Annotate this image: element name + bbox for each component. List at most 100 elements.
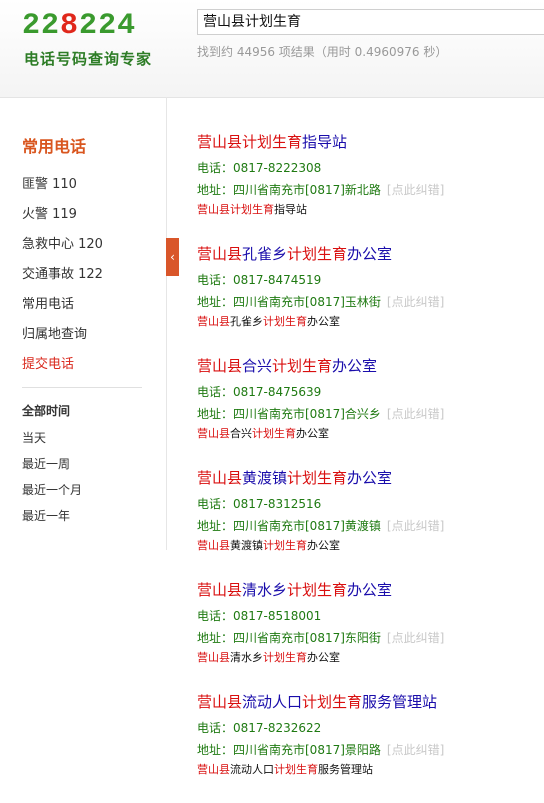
result-title-link[interactable]: 营山县清水乡计划生育办公室 <box>197 579 537 601</box>
sidebar-item[interactable]: 急救中心 120 <box>22 230 103 260</box>
text-segment: 办公室 <box>347 245 393 263</box>
text-segment: 计划生育 <box>272 357 333 375</box>
time-filter-item[interactable]: 最近一年 <box>22 503 82 529</box>
result-item: 营山县合兴计划生育办公室 电话：0817-8475639 地址：四川省南充市[081… <box>197 355 537 467</box>
result-phone: 电话：0817-8222308 <box>197 161 322 175</box>
result-address-line: 地址：四川省南充市[0817]东阳街 [点此纠错] <box>197 627 537 649</box>
report-error-link[interactable]: [点此纠错] <box>387 519 444 533</box>
sidebar-item[interactable]: 常用电话 <box>22 290 103 320</box>
result-snippet: 营山县流动人口计划生育服务管理站 <box>197 761 537 779</box>
text-segment: 合兴 <box>242 357 273 375</box>
text-segment: 办公室 <box>296 427 329 440</box>
sidebar-item[interactable]: 归属地查询 <box>22 320 103 350</box>
text-segment: 流动人口 <box>230 763 274 776</box>
result-phone: 电话：0817-8232622 <box>197 721 322 735</box>
report-error-link[interactable]: [点此纠错] <box>387 295 444 309</box>
text-segment: 营山县 <box>197 357 243 375</box>
site-logo[interactable]: 228224 <box>22 9 136 43</box>
search-input[interactable]: 营山县计划生育 <box>197 9 544 35</box>
text-segment: 清水乡 <box>242 581 288 599</box>
text-segment: 办公室 <box>307 315 340 328</box>
sidebar-item[interactable]: 匪警 110 <box>22 170 103 200</box>
logo-digit: 2 <box>22 9 42 43</box>
results-list: 营山县计划生育指导站 电话：0817-8222308 地址：四川省南充市[0817]… <box>197 131 537 803</box>
result-title-link[interactable]: 营山县孔雀乡计划生育办公室 <box>197 243 537 265</box>
time-filter-item[interactable]: 最近一周 <box>22 451 82 477</box>
result-snippet: 营山县计划生育指导站 <box>197 201 537 219</box>
text-segment: 计划生育 <box>287 245 348 263</box>
text-segment: 营山县 <box>197 693 243 711</box>
result-snippet: 营山县孔雀乡计划生育办公室 <box>197 313 537 331</box>
text-segment: 流动人口 <box>242 693 303 711</box>
result-snippet: 营山县清水乡计划生育办公室 <box>197 649 537 667</box>
result-phone: 电话：0817-8518001 <box>197 609 322 623</box>
text-segment: 营山县 <box>197 651 230 664</box>
logo-digit: 2 <box>41 9 61 43</box>
result-address: 地址：四川省南充市[0817]景阳路 <box>197 743 381 757</box>
text-segment: 营山县 <box>197 469 243 487</box>
text-segment: 孔雀乡 <box>230 315 263 328</box>
sidebar-collapse-toggle[interactable]: ‹ <box>166 238 179 276</box>
page-header: 228224 电话号码查询专家 营山县计划生育 找到约 44956 项结果（用时… <box>0 0 544 98</box>
text-segment: 营山县计划生育 <box>197 203 274 216</box>
text-segment: 黄渡镇 <box>242 469 288 487</box>
result-item: 营山县流动人口计划生育服务管理站 电话：0817-8232622 地址：四川省南充市… <box>197 691 537 803</box>
text-segment: 营山县 <box>197 315 230 328</box>
logo-digit: 2 <box>98 9 118 43</box>
result-title-link[interactable]: 营山县黄渡镇计划生育办公室 <box>197 467 537 489</box>
time-filter-item[interactable]: 当天 <box>22 425 82 451</box>
result-title-link[interactable]: 营山县计划生育指导站 <box>197 131 537 153</box>
sidebar: 常用电话 匪警 110 火警 119 急救中心 120 交通事故 122 常用电话 归属地… <box>0 97 167 550</box>
sidebar-list: 匪警 110 火警 119 急救中心 120 交通事故 122 常用电话 归属地查询 提交电… <box>22 170 103 380</box>
result-item: 营山县黄渡镇计划生育办公室 电话：0817-8312516 地址：四川省南充市[08… <box>197 467 537 579</box>
text-segment: 服务管理站 <box>362 693 438 711</box>
text-segment: 指导站 <box>274 203 307 216</box>
result-address: 地址：四川省南充市[0817]玉林街 <box>197 295 381 309</box>
result-phone: 电话：0817-8474519 <box>197 273 322 287</box>
report-error-link[interactable]: [点此纠错] <box>387 743 444 757</box>
time-filter-item[interactable]: 最近一个月 <box>22 477 82 503</box>
text-segment: 营山县 <box>197 539 230 552</box>
text-segment: 营山县计划生育 <box>197 133 303 151</box>
result-address: 地址：四川省南充市[0817]新北路 <box>197 183 381 197</box>
result-address-line: 地址：四川省南充市[0817]玉林街 [点此纠错] <box>197 291 537 313</box>
result-item: 营山县孔雀乡计划生育办公室 电话：0817-8474519 地址：四川省南充市[08… <box>197 243 537 355</box>
sidebar-item[interactable]: 交通事故 122 <box>22 260 103 290</box>
result-phone: 电话：0817-8475639 <box>197 385 322 399</box>
sidebar-divider <box>22 387 142 388</box>
text-segment: 营山县 <box>197 427 230 440</box>
result-address-line: 地址：四川省南充市[0817]合兴乡 [点此纠错] <box>197 403 537 425</box>
report-error-link[interactable]: [点此纠错] <box>387 183 444 197</box>
result-title-link[interactable]: 营山县流动人口计划生育服务管理站 <box>197 691 537 713</box>
text-segment: 计划生育 <box>263 651 307 664</box>
logo-tagline: 电话号码查询专家 <box>24 50 153 68</box>
result-address-line: 地址：四川省南充市[0817]新北路 [点此纠错] <box>197 179 537 201</box>
text-segment: 计划生育 <box>287 469 348 487</box>
result-snippet: 营山县黄渡镇计划生育办公室 <box>197 537 537 555</box>
text-segment: 计划生育 <box>263 315 307 328</box>
text-segment: 办公室 <box>307 539 340 552</box>
result-snippet: 营山县合兴计划生育办公室 <box>197 425 537 443</box>
text-segment: 办公室 <box>347 581 393 599</box>
text-segment: 营山县 <box>197 763 230 776</box>
result-address: 地址：四川省南充市[0817]黄渡镇 <box>197 519 381 533</box>
result-address-line: 地址：四川省南充市[0817]景阳路 [点此纠错] <box>197 739 537 761</box>
result-item: 营山县计划生育指导站 电话：0817-8222308 地址：四川省南充市[0817]… <box>197 131 537 243</box>
sidebar-item[interactable]: 提交电话 <box>22 350 103 380</box>
text-segment: 营山县 <box>197 245 243 263</box>
time-filter-title[interactable]: 全部时间 <box>22 402 70 419</box>
result-item: 营山县清水乡计划生育办公室 电话：0817-8518001 地址：四川省南充市[08… <box>197 579 537 691</box>
result-title-link[interactable]: 营山县合兴计划生育办公室 <box>197 355 537 377</box>
text-segment: 计划生育 <box>302 693 363 711</box>
text-segment: 黄渡镇 <box>230 539 263 552</box>
logo-digit: 4 <box>117 9 137 43</box>
text-segment: 合兴 <box>230 427 252 440</box>
result-phone: 电话：0817-8312516 <box>197 497 322 511</box>
report-error-link[interactable]: [点此纠错] <box>387 407 444 421</box>
text-segment: 计划生育 <box>252 427 296 440</box>
text-segment: 计划生育 <box>263 539 307 552</box>
time-filter-list: 当天 最近一周 最近一个月 最近一年 <box>22 425 82 529</box>
logo-digit: 8 <box>60 9 80 43</box>
report-error-link[interactable]: [点此纠错] <box>387 631 444 645</box>
sidebar-item[interactable]: 火警 119 <box>22 200 103 230</box>
